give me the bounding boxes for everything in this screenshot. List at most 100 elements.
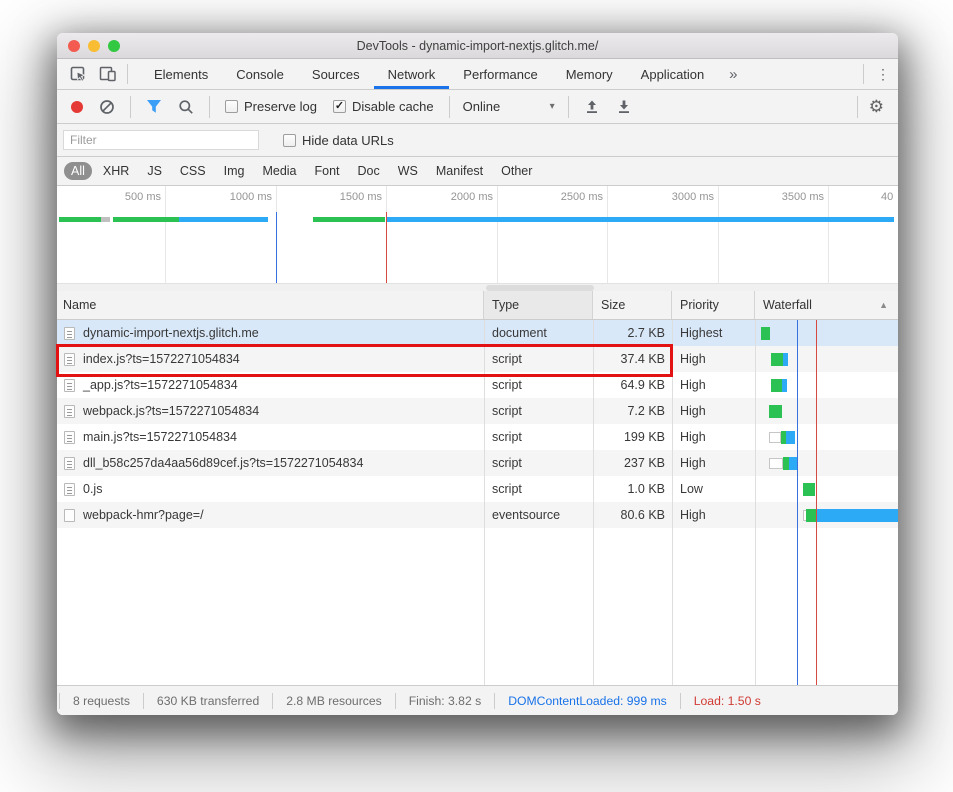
timeline-gridline [607, 186, 608, 283]
request-priority-cell: High [672, 424, 755, 450]
waterfall-bar-segment [783, 353, 788, 366]
overview-request-bar [59, 217, 101, 222]
resource-type-pill[interactable]: Font [308, 162, 347, 180]
request-size-cell: 37.4 KB [593, 346, 672, 372]
column-header-size[interactable]: Size [593, 291, 672, 319]
zoom-window-button[interactable] [108, 40, 120, 52]
throttling-select[interactable]: Online ▾ [463, 99, 555, 114]
settings-gear-icon[interactable]: ⚙ [869, 97, 884, 117]
panel-tab[interactable]: Sources [298, 59, 374, 89]
minimize-window-button[interactable] [88, 40, 100, 52]
panel-tab-label: Console [236, 67, 284, 82]
request-type-cell: script [484, 424, 593, 450]
filter-input[interactable] [63, 130, 259, 150]
request-row[interactable]: 0.js script 1.0 KB Low [57, 476, 898, 502]
request-row[interactable]: dynamic-import-nextjs.glitch.me document… [57, 320, 898, 346]
network-overview-timeline[interactable]: 500 ms1000 ms1500 ms2000 ms2500 ms3000 m… [57, 186, 898, 283]
panel-tab-label: Sources [312, 67, 360, 82]
request-row[interactable]: webpack-hmr?page=/ eventsource 80.6 KB H… [57, 502, 898, 528]
waterfall-bar-segment [786, 431, 795, 444]
status-item-label: DOMContentLoaded: 999 ms [508, 694, 667, 708]
panel-tab[interactable]: Network [374, 59, 450, 89]
timeline-tick-label: 1000 ms [202, 191, 272, 203]
resource-type-pill[interactable]: Other [494, 162, 539, 180]
request-row[interactable]: index.js?ts=1572271054834 script 37.4 KB… [57, 346, 898, 372]
timeline-gridline [165, 186, 166, 283]
waterfall-bar-segment [771, 353, 783, 366]
main-menu-icon[interactable]: ⋮ [868, 59, 898, 89]
overview-request-bar [313, 217, 385, 222]
resource-type-pill[interactable]: Img [217, 162, 252, 180]
resource-file-icon [64, 431, 75, 444]
divider [857, 96, 858, 118]
panel-tab[interactable]: Performance [449, 59, 551, 89]
waterfall-bar-segment [782, 379, 787, 392]
column-header-priority[interactable]: Priority [672, 291, 755, 319]
resource-type-pill[interactable]: XHR [96, 162, 136, 180]
resource-type-pill[interactable]: WS [391, 162, 425, 180]
request-size-cell: 1.0 KB [593, 476, 672, 502]
import-har-icon[interactable] [583, 98, 601, 116]
filter-bar: Hide data URLs [57, 124, 898, 157]
request-name: webpack-hmr?page=/ [83, 508, 204, 522]
timeline-event-line [276, 212, 277, 283]
record-network-log-button[interactable] [71, 101, 83, 113]
resource-type-pill[interactable]: CSS [173, 162, 213, 180]
request-row[interactable]: webpack.js?ts=1572271054834 script 7.2 K… [57, 398, 898, 424]
preserve-log-checkbox[interactable] [225, 100, 238, 113]
request-priority-cell: High [672, 346, 755, 372]
requests-table-body: dynamic-import-nextjs.glitch.me document… [57, 320, 898, 528]
waterfall-bar-segment [761, 327, 770, 340]
resource-type-pill[interactable]: JS [140, 162, 169, 180]
panel-tab-label: Elements [154, 67, 208, 82]
disable-cache-checkbox[interactable]: ✓ [333, 100, 346, 113]
panel-tab[interactable]: Memory [552, 59, 627, 89]
resource-type-pill[interactable]: Manifest [429, 162, 490, 180]
search-icon[interactable] [177, 98, 195, 116]
panel-tab-label: Network [388, 67, 436, 82]
status-item-label: 630 KB transferred [157, 694, 259, 708]
request-row[interactable]: main.js?ts=1572271054834 script 199 KB H… [57, 424, 898, 450]
request-row[interactable]: dll_b58c257da4aa56d89cef.js?ts=157227105… [57, 450, 898, 476]
request-type-cell: script [484, 476, 593, 502]
more-tabs-icon[interactable]: » [718, 59, 748, 89]
resource-type-pill[interactable]: Media [255, 162, 303, 180]
resource-type-pill-label: Font [315, 164, 340, 178]
divider [130, 96, 131, 118]
export-har-icon[interactable] [615, 98, 633, 116]
hide-data-urls-control: Hide data URLs [283, 133, 394, 148]
request-type-cell: script [484, 346, 593, 372]
disable-cache-label: Disable cache [352, 99, 434, 114]
hide-data-urls-checkbox[interactable] [283, 134, 296, 147]
resource-file-icon [64, 509, 75, 522]
request-name-cell: webpack.js?ts=1572271054834 [57, 398, 484, 424]
inspect-element-icon[interactable] [63, 59, 93, 89]
request-row[interactable]: _app.js?ts=1572271054834 script 64.9 KB … [57, 372, 898, 398]
network-toolbar: Preserve log ✓ Disable cache Online ▾ [57, 90, 898, 124]
status-item: Load: 1.50 s [680, 693, 774, 709]
request-size-cell: 80.6 KB [593, 502, 672, 528]
column-header-type[interactable]: Type [484, 291, 593, 319]
request-waterfall-cell [755, 476, 898, 502]
window-title: DevTools - dynamic-import-nextjs.glitch.… [357, 39, 599, 53]
request-name-cell: _app.js?ts=1572271054834 [57, 372, 484, 398]
hide-data-urls-label: Hide data URLs [302, 133, 394, 148]
panel-tab[interactable]: Console [222, 59, 298, 89]
resource-type-pill[interactable]: All [64, 162, 92, 180]
close-window-button[interactable] [68, 40, 80, 52]
column-header-name[interactable]: Name [57, 291, 484, 319]
request-waterfall-cell [755, 502, 898, 528]
request-name-cell: main.js?ts=1572271054834 [57, 424, 484, 450]
resource-type-pill[interactable]: Doc [351, 162, 387, 180]
column-header-waterfall[interactable]: Waterfall ▲ [755, 291, 898, 319]
device-toolbar-icon[interactable] [93, 59, 123, 89]
request-name-cell: 0.js [57, 476, 484, 502]
waterfall-bar-segment [769, 432, 781, 443]
status-item-label: Finish: 3.82 s [409, 694, 481, 708]
clear-network-log-icon[interactable] [98, 98, 116, 116]
filter-funnel-icon[interactable] [145, 98, 163, 116]
resource-type-pill-label: CSS [180, 164, 206, 178]
panel-tab[interactable]: Application [627, 59, 719, 89]
status-item: 8 requests [59, 693, 143, 709]
panel-tab[interactable]: Elements [140, 59, 222, 89]
